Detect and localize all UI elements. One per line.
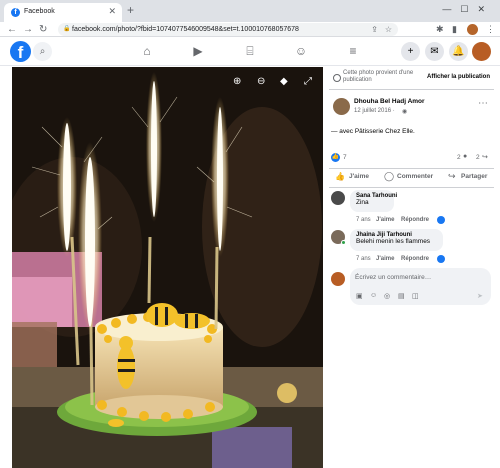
- bookmark-star-icon[interactable]: ☆: [385, 23, 392, 36]
- comment-input[interactable]: Écrivez un commentaire… ▣ ☺ ◎ ▤ ◫ ➤: [350, 268, 491, 305]
- share-small-icon: ↪: [482, 154, 488, 161]
- home-icon[interactable]: ⌂: [140, 44, 154, 58]
- comment-text: Zina: [356, 199, 369, 206]
- account-avatar[interactable]: [472, 42, 491, 61]
- online-status-dot: [341, 240, 346, 245]
- cake-photo: [12, 67, 323, 468]
- like-reaction-icon: 👍: [331, 153, 340, 162]
- comment-time[interactable]: 7 ans: [356, 217, 371, 223]
- notifications-icon[interactable]: 🔔: [449, 42, 468, 61]
- more-options-icon[interactable]: ⋯: [478, 98, 488, 109]
- avatar-sticker-icon[interactable]: ▣: [356, 292, 363, 300]
- reaction-count[interactable]: 7: [343, 154, 347, 161]
- commenter-avatar[interactable]: [331, 191, 345, 205]
- extensions-icon[interactable]: ✱: [436, 23, 444, 36]
- create-icon[interactable]: +: [401, 42, 420, 61]
- send-icon[interactable]: ➤: [477, 292, 483, 300]
- comment-button[interactable]: ◯ Commenter: [383, 171, 443, 184]
- author-avatar[interactable]: [333, 98, 350, 115]
- comment-icon: ◯: [384, 171, 395, 181]
- back-icon[interactable]: ←: [7, 22, 17, 37]
- side-panel-icon[interactable]: ▮: [452, 23, 457, 36]
- window-controls[interactable]: —☐✕: [442, 4, 494, 15]
- divider: [329, 187, 494, 188]
- close-tab-icon[interactable]: ✕: [108, 6, 116, 17]
- tag-icon[interactable]: ◆: [280, 76, 288, 87]
- view-post-link[interactable]: Afficher la publication: [427, 74, 490, 80]
- comment-like-link[interactable]: J'aime: [376, 256, 394, 262]
- share-page-icon[interactable]: ⇪: [371, 23, 378, 36]
- comment-bubble: Jhaina Jiji Tarhouni Belehi menin les fl…: [350, 229, 443, 251]
- profile-avatar[interactable]: [467, 24, 478, 35]
- comment-text: Belehi menin les flammes: [356, 238, 431, 245]
- thumbs-up-icon: 👍: [335, 172, 345, 181]
- info-icon: [333, 74, 341, 82]
- menu-icon[interactable]: ≡: [346, 44, 360, 58]
- zoom-out-icon[interactable]: ⊖: [257, 76, 265, 87]
- comment-bubble: Sana Tarhouni Zina: [350, 190, 397, 212]
- lock-icon: 🔒: [63, 26, 71, 32]
- comment-time[interactable]: 7 ans: [356, 256, 371, 262]
- my-avatar[interactable]: [331, 272, 345, 286]
- share-label: Partager: [461, 173, 488, 180]
- zoom-in-icon[interactable]: ⊕: [233, 76, 241, 87]
- notice-text: Cette photo provient d'une publication: [343, 70, 414, 83]
- gif-icon[interactable]: ▤: [398, 292, 405, 300]
- comment-reply-link[interactable]: Répondre: [401, 217, 429, 223]
- comment-reply-link[interactable]: Répondre: [401, 256, 429, 262]
- address-toolbar: ← → ↻ 🔒 facebook.com/photo/?fbid=1074077…: [0, 22, 500, 37]
- facebook-favicon-icon: f: [11, 8, 20, 17]
- post-caption: — avec Pâtisserie Chez Elle.: [331, 128, 415, 135]
- like-label: J'aime: [349, 173, 369, 180]
- comment-like-reaction-icon: [437, 255, 445, 263]
- tab-title: Facebook: [24, 8, 55, 15]
- facebook-logo[interactable]: f: [10, 41, 31, 62]
- comment-placeholder: Écrivez un commentaire…: [355, 274, 432, 281]
- groups-icon[interactable]: ☺: [294, 44, 308, 58]
- divider: [329, 89, 494, 90]
- browser-tab[interactable]: f Facebook ✕: [4, 3, 122, 22]
- camera-icon[interactable]: ◎: [384, 292, 390, 300]
- comment-bubble-icon: ●: [463, 153, 468, 160]
- messenger-icon[interactable]: ✉: [425, 42, 444, 61]
- photo-viewer[interactable]: ⊕ ⊖ ◆ ⤢: [12, 67, 323, 468]
- forward-icon[interactable]: →: [23, 22, 33, 37]
- watch-icon[interactable]: ▶: [191, 44, 205, 58]
- marketplace-icon[interactable]: ⌸: [243, 44, 257, 58]
- new-tab-button[interactable]: +: [127, 3, 134, 17]
- comment-label: Commenter: [397, 173, 434, 180]
- divider: [329, 168, 494, 169]
- browser-tab-bar: f Facebook ✕ + —☐✕: [0, 0, 500, 22]
- comment-like-reaction-icon: [437, 216, 445, 224]
- comment-like-link[interactable]: J'aime: [376, 217, 394, 223]
- photo-details-panel: Cette photo provient d'une publication A…: [323, 67, 500, 468]
- share-button[interactable]: ↪ Partager: [447, 171, 497, 184]
- comment-count[interactable]: 2: [457, 154, 461, 161]
- reload-icon[interactable]: ↻: [39, 22, 47, 37]
- post-date[interactable]: 12 juillet 2016 ·: [354, 108, 395, 114]
- sticker-icon[interactable]: ◫: [412, 292, 419, 300]
- author-name[interactable]: Dhouha Bel Hadj Amor: [354, 98, 425, 105]
- url-text: facebook.com/photo/?fbid=107407754600954…: [72, 26, 299, 33]
- share-icon: ↪: [448, 171, 456, 181]
- share-count[interactable]: 2: [476, 154, 480, 161]
- like-button[interactable]: 👍 J'aime: [331, 171, 383, 184]
- fullscreen-icon[interactable]: ⤢: [304, 76, 312, 87]
- public-globe-icon: ◉: [402, 109, 408, 115]
- search-icon[interactable]: ⌕: [33, 42, 52, 61]
- emoji-icon[interactable]: ☺: [370, 292, 377, 299]
- facebook-navbar: f ⌕ ⌂ ▶ ⌸ ☺ ≡ + ✉ 🔔: [0, 38, 500, 66]
- url-field[interactable]: 🔒 facebook.com/photo/?fbid=1074077546009…: [58, 23, 398, 36]
- chrome-menu-icon[interactable]: ⋮: [486, 23, 495, 36]
